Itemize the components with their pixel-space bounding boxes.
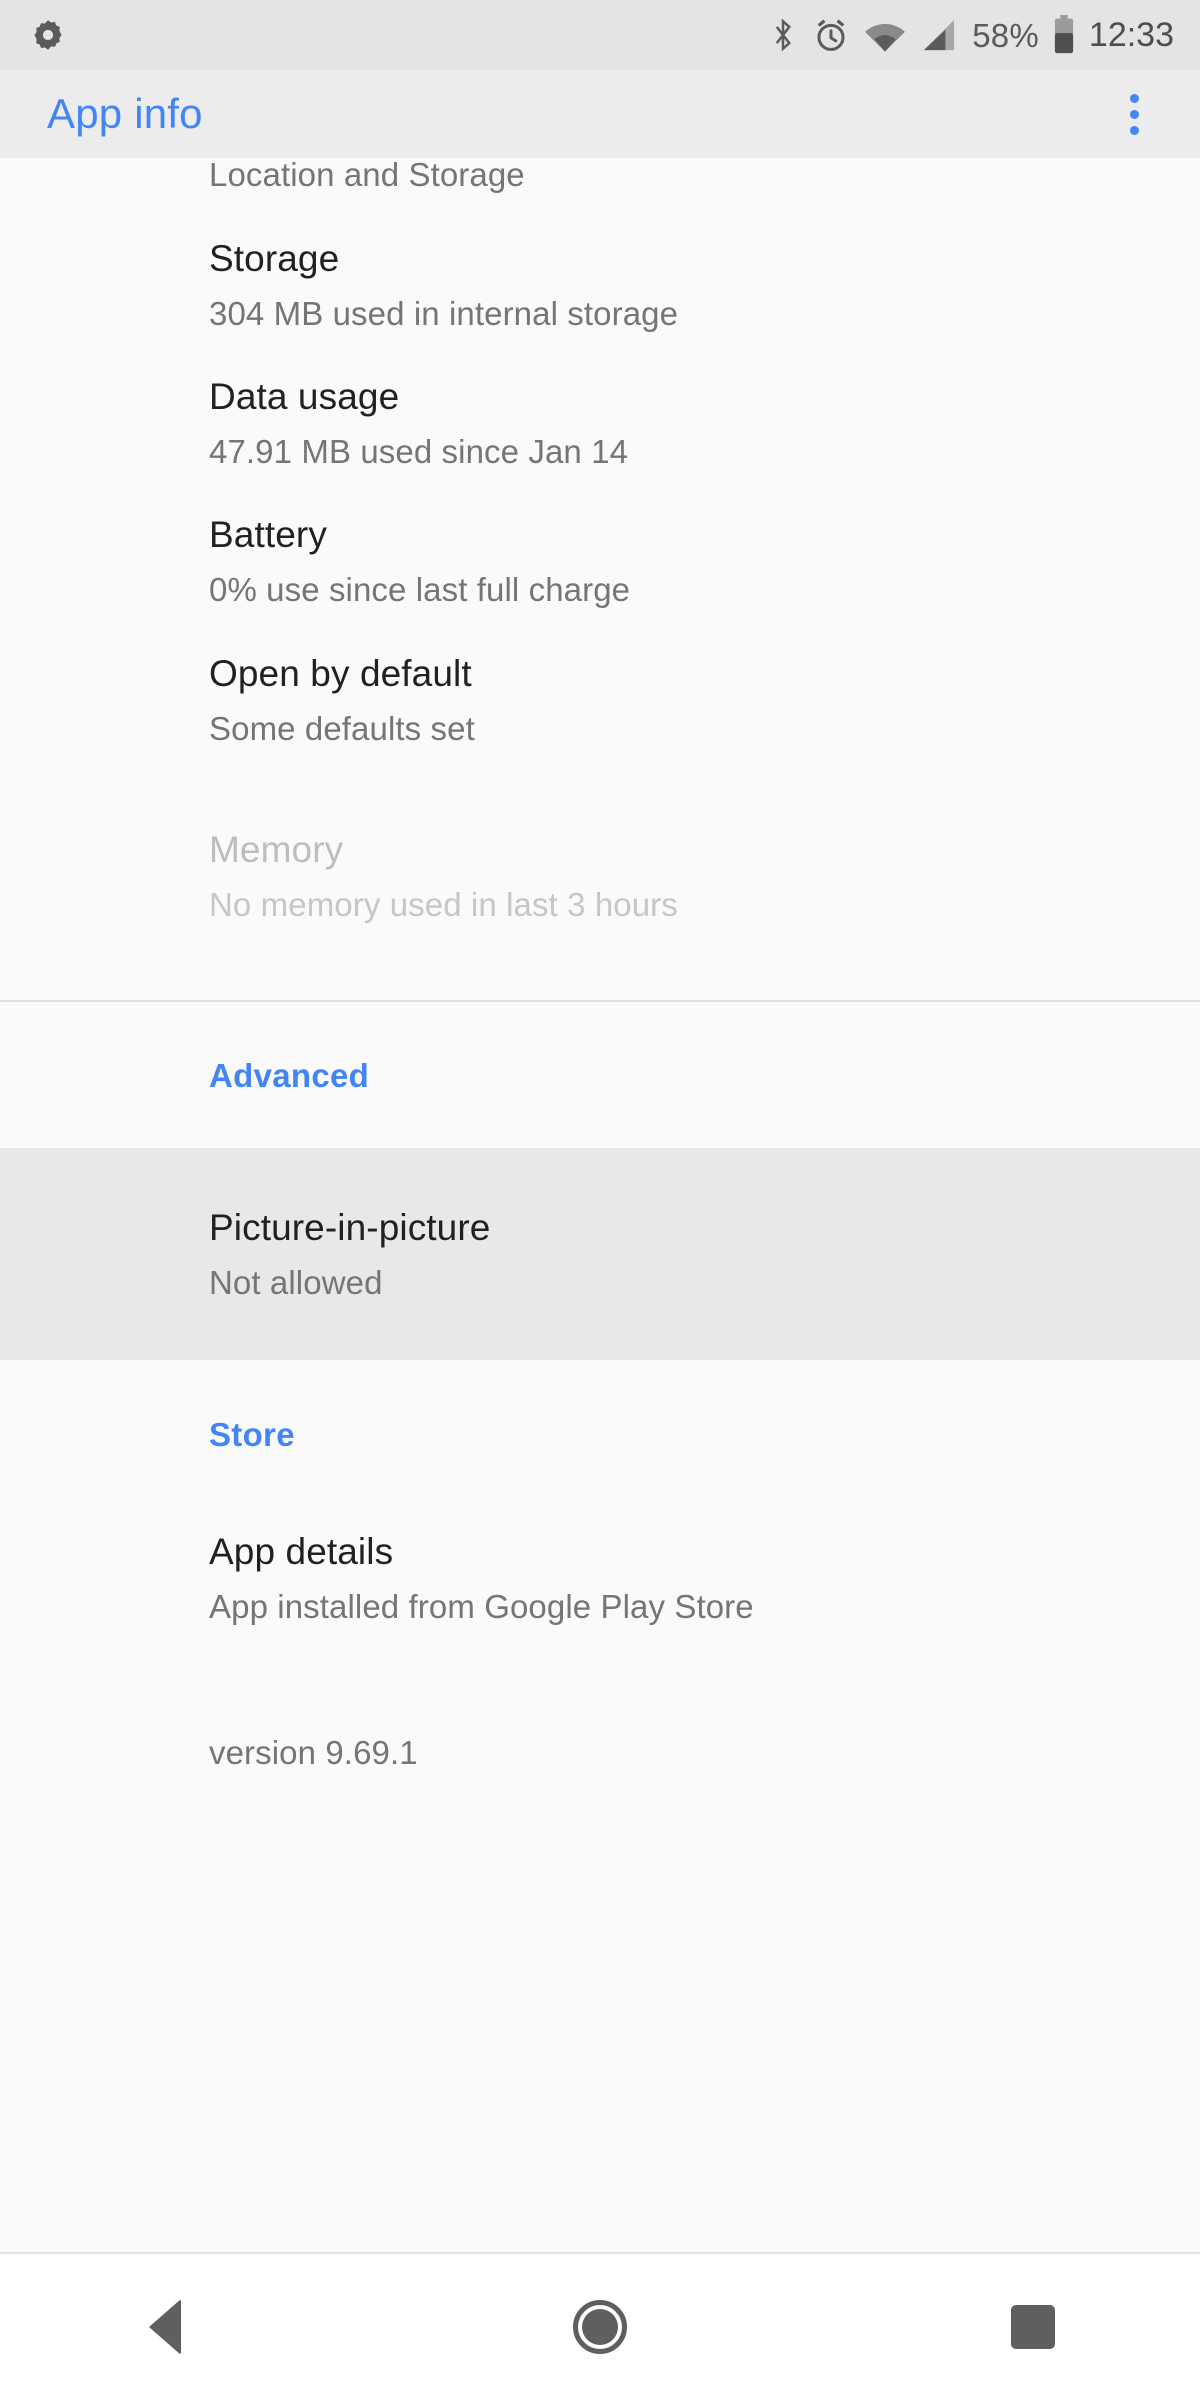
pref-summary: No memory used in last 3 hours bbox=[209, 885, 678, 923]
recents-square-icon bbox=[1010, 2305, 1055, 2349]
list-item-battery[interactable]: Battery 0% use since last full charge bbox=[0, 492, 1200, 630]
app-version-row: version 9.69.1 bbox=[0, 1702, 1200, 1802]
back-triangle-icon bbox=[149, 2299, 181, 2355]
status-bar-notifications bbox=[30, 17, 768, 53]
nav-recents-button[interactable] bbox=[800, 2253, 1200, 2400]
list-item-memory: Memory No memory used in last 3 hours bbox=[0, 806, 1200, 945]
nav-back-button[interactable] bbox=[0, 2253, 400, 2400]
status-bar-system-icons: 58% 12:33 bbox=[768, 15, 1174, 55]
battery-icon bbox=[1053, 15, 1075, 55]
pref-summary: Some defaults set bbox=[209, 709, 475, 747]
pref-summary: Not allowed bbox=[209, 1264, 383, 1301]
overflow-dot bbox=[1129, 109, 1139, 119]
nav-home-button[interactable] bbox=[400, 2253, 800, 2400]
battery-percent-label: 58% bbox=[972, 16, 1039, 54]
pref-title: Open by default bbox=[209, 652, 472, 694]
list-item-open-by-default[interactable]: Open by default Some defaults set bbox=[0, 630, 1200, 769]
status-bar-clock: 12:33 bbox=[1088, 15, 1174, 54]
app-version-label: version 9.69.1 bbox=[209, 1733, 418, 1771]
overflow-dot bbox=[1129, 125, 1139, 135]
category-title: Advanced bbox=[209, 1056, 370, 1094]
status-bar: 58% 12:33 bbox=[0, 0, 1200, 70]
list-item-app-details[interactable]: App details App installed from Google Pl… bbox=[0, 1508, 1200, 1647]
category-header-store[interactable]: Store bbox=[0, 1360, 1200, 1508]
list-item-clipped[interactable]: Location and Storage bbox=[0, 158, 1200, 215]
list-item-picture-in-picture[interactable]: Picture-in-picture Not allowed bbox=[0, 1148, 1200, 1360]
pref-summary: 0% use since last full charge bbox=[209, 571, 631, 608]
home-circle-icon bbox=[573, 2300, 627, 2354]
pref-summary: App installed from Google Play Store bbox=[209, 1587, 754, 1625]
list-item-storage[interactable]: Storage 304 MB used in internal storage bbox=[0, 215, 1200, 354]
cellular-signal-icon bbox=[920, 18, 958, 52]
home-dot bbox=[582, 2309, 618, 2345]
pref-summary: 304 MB used in internal storage bbox=[209, 294, 679, 332]
settings-gear-icon bbox=[30, 17, 66, 53]
pref-title: Picture-in-picture bbox=[209, 1207, 491, 1248]
bluetooth-icon bbox=[768, 16, 798, 54]
pref-title: Data usage bbox=[209, 376, 400, 417]
alarm-icon bbox=[812, 16, 850, 54]
category-header-advanced[interactable]: Advanced bbox=[0, 1002, 1200, 1148]
pref-title: Battery bbox=[209, 514, 327, 555]
category-title: Store bbox=[209, 1415, 295, 1453]
wifi-icon bbox=[864, 18, 906, 52]
android-app-info-screen: 58% 12:33 App info Location and Storage bbox=[0, 0, 1200, 2400]
page-title: App info bbox=[47, 90, 203, 137]
pref-title: Storage bbox=[209, 237, 340, 279]
list-item-data-usage[interactable]: Data usage 47.91 MB used since Jan 14 bbox=[0, 354, 1200, 492]
overflow-menu-icon[interactable] bbox=[1104, 84, 1164, 144]
pref-summary: 47.91 MB used since Jan 14 bbox=[209, 433, 629, 470]
app-bar: App info bbox=[0, 70, 1200, 158]
overflow-dot bbox=[1129, 93, 1139, 103]
pref-title: App details bbox=[209, 1530, 394, 1572]
pref-summary: Location and Storage bbox=[209, 158, 525, 193]
preferences-scroll-container[interactable]: Location and Storage Storage 304 MB used… bbox=[0, 158, 1200, 2248]
navigation-bar bbox=[0, 2252, 1200, 2400]
pref-title: Memory bbox=[209, 828, 344, 870]
